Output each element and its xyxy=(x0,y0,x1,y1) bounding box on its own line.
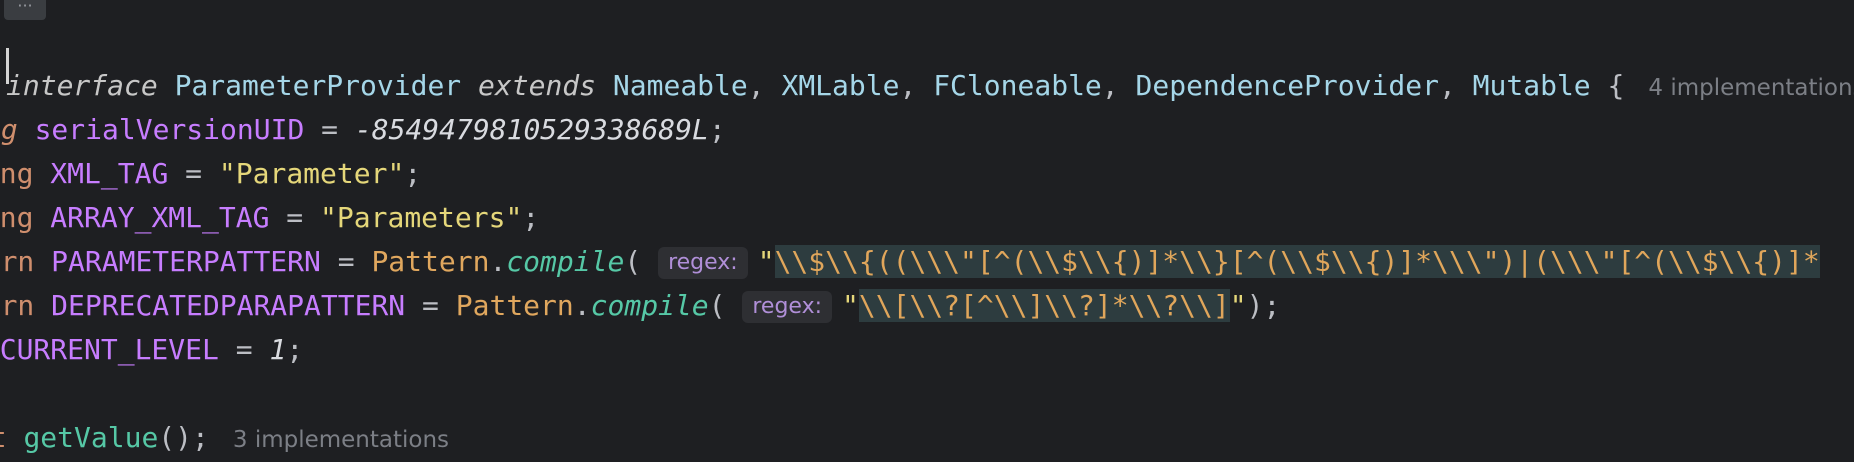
method-name[interactable]: compile xyxy=(506,245,624,278)
interface-keyword: interface xyxy=(6,69,158,102)
extended-type[interactable]: XMLable xyxy=(781,69,899,102)
implementations-hint[interactable]: 4 implementations xyxy=(1648,75,1854,101)
extended-type[interactable]: FCloneable xyxy=(933,69,1102,102)
type-keyword: ttern xyxy=(0,245,35,278)
code-line-2[interactable]: ng serialVersionUID = -85494798105293386… xyxy=(0,108,726,152)
code-line-1[interactable]: interface ParameterProvider extends Name… xyxy=(6,64,1854,108)
string-literal: "Parameters" xyxy=(320,201,523,234)
method-name[interactable]: getValue xyxy=(23,421,158,454)
field-name[interactable]: XML_TAG xyxy=(50,157,168,190)
field-name[interactable]: ARRAY_XML_TAG xyxy=(50,201,269,234)
interface-name[interactable]: ParameterProvider xyxy=(175,69,462,102)
type-keyword: ttern xyxy=(0,289,35,322)
class-name[interactable]: Pattern xyxy=(371,245,489,278)
extends-keyword: extends xyxy=(478,69,597,102)
open-brace: { xyxy=(1607,69,1625,102)
code-line-5[interactable]: ttern PARAMETERPATTERN = Pattern.compile… xyxy=(0,240,1820,284)
class-name[interactable]: Pattern xyxy=(456,289,574,322)
field-name[interactable]: CURRENT_LEVEL xyxy=(0,333,219,366)
number-literal: -8549479810529338689L xyxy=(354,113,709,146)
code-line-7[interactable]: t CURRENT_LEVEL = 1; xyxy=(0,328,303,372)
parameter-hint: regex: xyxy=(742,291,833,323)
method-name[interactable]: compile xyxy=(591,289,709,322)
parameter-hint: regex: xyxy=(658,247,748,279)
number-literal: 1 xyxy=(269,333,287,366)
type-keyword: ect xyxy=(0,421,7,454)
type-keyword: ng xyxy=(0,113,18,146)
field-name[interactable]: DEPRECATEDPARAPATTERN xyxy=(51,289,405,322)
code-line-6[interactable]: ttern DEPRECATEDPARAPATTERN = Pattern.co… xyxy=(0,284,1280,328)
regex-literal: \\[\\?[^\\]\\?]*\\?\\] xyxy=(858,289,1230,322)
regex-literal: \\$\\{((\\\"[^(\\$\\{)]*\\}[^(\\$\\{)]*\… xyxy=(774,245,1820,278)
string-literal: "Parameter" xyxy=(218,157,405,190)
type-keyword: ring xyxy=(0,201,34,234)
type-keyword: ring xyxy=(0,157,34,190)
code-line-8[interactable]: ect getValue();3 implementations xyxy=(0,416,449,460)
field-name[interactable]: PARAMETERPATTERN xyxy=(51,245,321,278)
fold-expand-button[interactable]: ··· xyxy=(4,0,46,20)
extended-type[interactable]: DependenceProvider xyxy=(1136,69,1439,102)
extended-type[interactable]: Mutable xyxy=(1473,69,1591,102)
code-line-4[interactable]: ring ARRAY_XML_TAG = "Parameters"; xyxy=(0,196,539,240)
code-line-3[interactable]: ring XML_TAG = "Parameter"; xyxy=(0,152,421,196)
extended-type[interactable]: Nameable xyxy=(613,69,748,102)
implementations-hint[interactable]: 3 implementations xyxy=(233,427,449,453)
field-name[interactable]: serialVersionUID xyxy=(35,113,305,146)
